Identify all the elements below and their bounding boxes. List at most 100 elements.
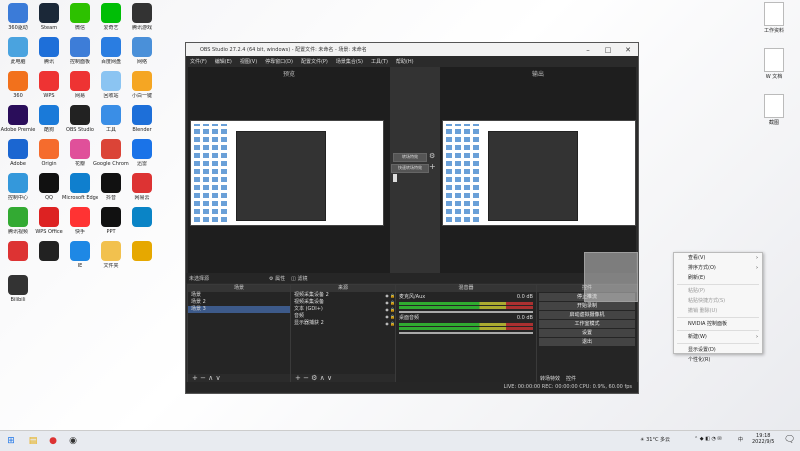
desktop-file-icon[interactable]: 截图 (756, 94, 792, 126)
app-icon (101, 207, 121, 227)
desktop-icon[interactable]: 腾讯游戏 (124, 3, 160, 31)
control-button[interactable]: 退出 (539, 338, 635, 346)
obs-menu-item[interactable]: 配置文件(P) (301, 58, 328, 65)
obs-taskbar-icon[interactable]: ◉ (66, 434, 80, 448)
desktop-icon[interactable]: 网易云 (124, 173, 160, 201)
add-icon[interactable]: + (429, 162, 436, 171)
volume-slider[interactable] (399, 311, 533, 313)
source-item[interactable]: 文本 (GDI+) ◉ 🔒 (291, 306, 395, 313)
preview-panel[interactable]: 预览 (188, 67, 390, 273)
ime-indicator[interactable]: 中 (738, 436, 743, 443)
context-menu-item[interactable]: 查看(V) › (674, 253, 762, 263)
desktop-icon[interactable]: Blender (124, 105, 160, 133)
context-menu-item[interactable]: 新建(W) › (674, 332, 762, 342)
volume-slider[interactable] (399, 332, 533, 334)
control-button[interactable]: 开始录制 (539, 302, 635, 310)
scene-item[interactable]: 场景 3 (188, 306, 290, 313)
sun-icon: ☀ (640, 437, 645, 443)
tbar-handle[interactable] (393, 174, 397, 182)
context-menu-item[interactable]: 排序方式(O) › (674, 263, 762, 273)
app-icon (132, 3, 152, 23)
obs-menu-item[interactable]: 场景集合(S) (336, 58, 363, 65)
desktop-icon-label: 网络 (136, 59, 147, 65)
desktop-icon[interactable]: 网络 (124, 37, 160, 65)
app-icon (8, 173, 28, 193)
track-name: 桌面音频 (399, 315, 420, 321)
context-menu-item[interactable]: NVIDIA 控制面板 (674, 319, 762, 329)
source-item[interactable]: 显示器捕获 2 ◉ 🔒 (291, 320, 395, 327)
scene-item[interactable]: 场景 2 (188, 299, 290, 306)
dock-tab-transitions[interactable]: 转场特效 (540, 375, 560, 382)
control-button[interactable]: 启动虚拟摄像机 (539, 311, 635, 319)
desktop-file-icon[interactable]: 工作资料 (756, 2, 792, 34)
app-icon (101, 37, 121, 57)
control-button[interactable]: 设置 (539, 329, 635, 337)
level-meter (399, 327, 533, 330)
obs-menu-item[interactable]: 停靠窗口(D) (265, 58, 293, 65)
visibility-lock-icons[interactable]: ◉ 🔒 (385, 313, 395, 320)
menu-item-label: 查看(V) (688, 255, 706, 261)
context-menu-item[interactable]: 撤销 删除(U) (674, 306, 762, 316)
context-menu-item[interactable]: 粘贴快捷方式(S) (674, 296, 762, 306)
weather[interactable]: ☀ 31°C 多云 (640, 436, 670, 443)
program-desktop-icons (446, 124, 481, 222)
scene-list: 场景 场景 2 场景 3 (188, 292, 290, 313)
context-menu-item[interactable]: 粘贴(P) (674, 286, 762, 296)
source-item[interactable]: 音频 ◉ 🔒 (291, 313, 395, 320)
desktop-icon[interactable]: 小白一键 (124, 71, 160, 99)
app-icon (70, 173, 90, 193)
notification-icon[interactable]: 🗨 (784, 435, 795, 445)
visibility-lock-icons[interactable]: ◉ 🔒 (385, 292, 395, 299)
obs-menu-item[interactable]: 帮助(H) (396, 58, 414, 65)
close-icon[interactable]: ✕ (618, 43, 638, 56)
context-menu-item[interactable]: 刷新(E) (674, 273, 762, 283)
obs-titlebar[interactable]: OBS Studio 27.2.4 (64 bit, windows) - 配置… (186, 43, 638, 56)
context-menu-item[interactable]: 显示设置(D) (674, 345, 762, 355)
obs-menu-item[interactable]: 视图(V) (240, 58, 257, 65)
desktop-icon[interactable]: Bilibili (0, 275, 36, 303)
app-icon (101, 241, 121, 261)
mixer-track: 桌面音频 0.0 dB (396, 315, 536, 334)
filters-button[interactable]: ◫ 滤镜 (291, 275, 307, 282)
app-icon (70, 71, 90, 91)
properties-label: 属性 (275, 275, 286, 282)
scene-item[interactable]: 场景 (188, 292, 290, 299)
properties-button[interactable]: ⚙ 属性 (269, 275, 285, 282)
maximize-icon[interactable]: □ (598, 43, 618, 56)
gear-icon[interactable]: ⚙ (429, 152, 435, 160)
app-icon (101, 3, 121, 23)
desktop-file-icon[interactable]: W 文档 (756, 48, 792, 80)
app-icon (132, 207, 152, 227)
obs-menubar: 文件(F) 编辑(E) 视图(V) 停靠窗口(D) 配置文件(P) 场景集合(S) 工具(T… (186, 56, 638, 66)
app-icon[interactable]: ● (46, 434, 60, 448)
program-screen (442, 120, 636, 226)
date: 2022/9/5 (752, 439, 775, 445)
source-list: 视频采集设备 2 ◉ 🔒 视频采集设备 ◉ 🔒 文本 (GDI+) ◉ 🔒 音频 ◉ 🔒 显示器… (291, 292, 395, 327)
minimize-icon[interactable]: – (578, 43, 598, 56)
visibility-lock-icons[interactable]: ◉ 🔒 (385, 320, 395, 327)
mixer-list: 麦克风/Aux 0.0 dB 桌面音频 0.0 dB (396, 294, 536, 334)
transition-button[interactable]: 转场特效 (393, 153, 427, 162)
desktop-icon[interactable]: 迅雷 (124, 139, 160, 167)
source-item[interactable]: 视频采集设备 2 ◉ 🔒 (291, 292, 395, 299)
dock-tab-controls[interactable]: 控件 (566, 375, 576, 382)
context-menu-item[interactable]: 个性化(R) (674, 355, 762, 365)
app-icon (132, 173, 152, 193)
control-button[interactable]: 工作室模式 (539, 320, 635, 328)
desktop-icon[interactable] (124, 241, 160, 263)
window-controls: – □ ✕ (578, 43, 638, 56)
clock[interactable]: 19:18 2022/9/5 (752, 433, 774, 445)
file-explorer-icon[interactable]: ▤ (26, 434, 40, 448)
program-panel: 输出 (440, 67, 636, 273)
start-icon[interactable]: ⊞ (4, 434, 18, 448)
visibility-lock-icons[interactable]: ◉ 🔒 (385, 299, 395, 306)
app-icon (101, 105, 121, 125)
menu-item-label: 粘贴快捷方式(S) (688, 298, 726, 304)
obs-menu-item[interactable]: 工具(T) (371, 58, 388, 65)
obs-menu-item[interactable]: 文件(F) (190, 58, 207, 65)
tray-icons[interactable]: ⌃ ◆ ◧ ◔ ✉ (694, 436, 722, 442)
visibility-lock-icons[interactable]: ◉ 🔒 (385, 306, 395, 313)
desktop-icon[interactable] (124, 207, 160, 229)
obs-menu-item[interactable]: 编辑(E) (215, 58, 232, 65)
source-item[interactable]: 视频采集设备 ◉ 🔒 (291, 299, 395, 306)
